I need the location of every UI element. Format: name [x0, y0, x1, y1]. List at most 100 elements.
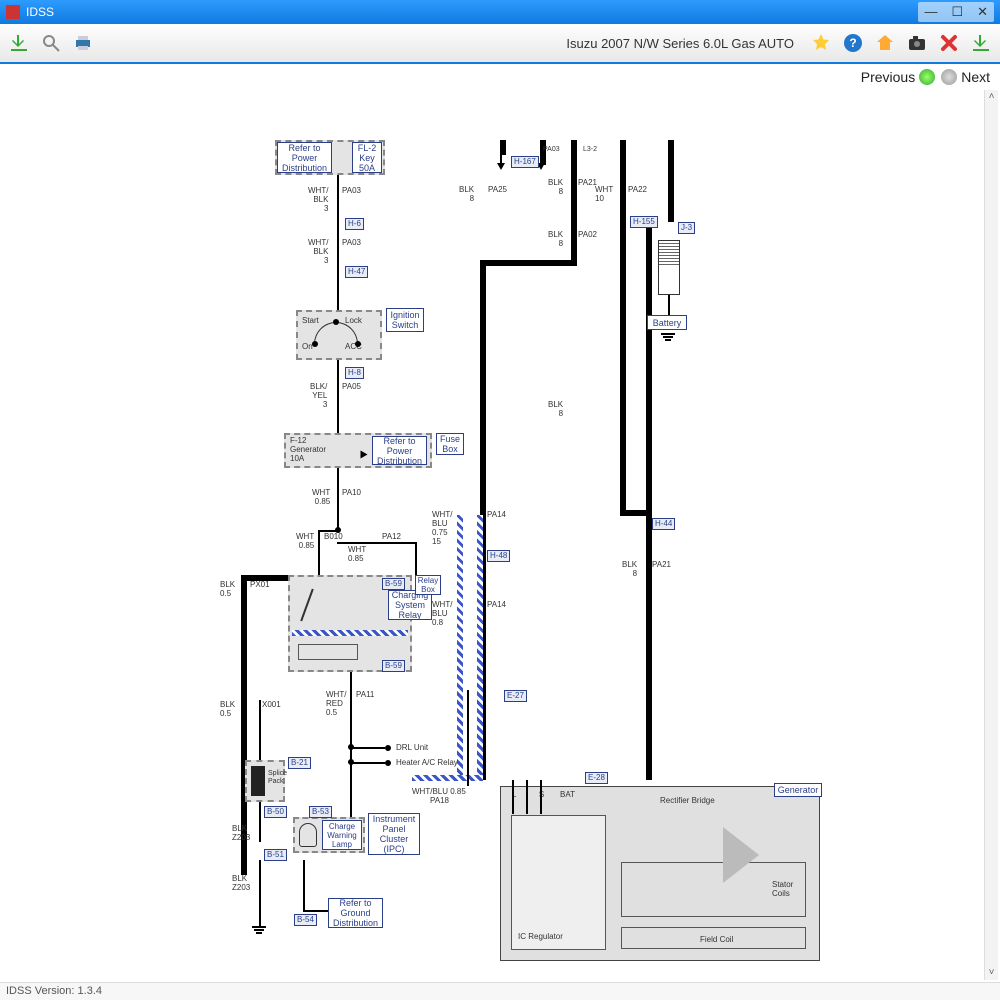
relay-coil-icon — [298, 644, 358, 660]
wire-label: BLK 0.5 — [220, 700, 235, 718]
heater-ac-label: Heater A/C Relay — [396, 758, 458, 767]
scroll-down-icon[interactable]: ˅ — [985, 966, 998, 980]
wire-label: WHT/ BLK 3 — [308, 186, 328, 213]
wire-label: PA10 — [342, 488, 361, 497]
connector-ref: H-44 — [652, 518, 675, 530]
wire-label: WHT/BLU 0.85 — [412, 787, 466, 796]
wire-label: PX01 — [250, 580, 270, 589]
home-icon[interactable] — [874, 32, 896, 54]
connector-ref: H-8 — [345, 367, 364, 379]
wire-label: WHT/ BLU 0.75 15 — [432, 510, 452, 546]
fuse-box-label: Fuse Box — [436, 433, 464, 455]
delete-icon[interactable] — [938, 32, 960, 54]
previous-button[interactable]: Previous — [861, 69, 935, 85]
previous-dot-icon — [919, 69, 935, 85]
wire-label: L3-2 — [583, 146, 597, 153]
relay-box-label: Relay Box — [415, 575, 441, 595]
wire — [668, 140, 670, 175]
bat-terminal-label: BAT — [560, 790, 575, 799]
next-dot-icon — [941, 69, 957, 85]
wire-label: PA21 — [652, 560, 671, 569]
charge-warning-lamp-label: Charge Warning Lamp — [322, 820, 362, 850]
battery-block — [658, 240, 680, 295]
shielded-wire — [477, 515, 483, 780]
wire-label: WHT 0.85 — [296, 532, 314, 550]
maximize-button[interactable]: ☐ — [951, 4, 963, 20]
splice-icon — [251, 766, 265, 796]
minimize-button[interactable]: — — [924, 4, 937, 20]
connector-ref: B-53 — [309, 806, 332, 818]
connector-ref: H-167 — [511, 156, 539, 168]
close-button[interactable]: ✕ — [977, 4, 988, 20]
download-icon[interactable] — [8, 32, 30, 54]
wire — [540, 780, 542, 814]
wire-label: PA25 — [488, 185, 507, 194]
wire-label: B010 — [324, 532, 343, 541]
wire-label: WHT/ BLK 3 — [308, 238, 328, 265]
wire — [350, 762, 385, 764]
switch-terminal — [333, 319, 339, 325]
wire-label: PA14 — [487, 510, 506, 519]
wire — [467, 690, 469, 786]
svg-text:?: ? — [849, 36, 856, 50]
ic-regulator-block — [511, 815, 606, 950]
connector-ref: B-21 — [288, 757, 311, 769]
shielded-wire — [412, 775, 483, 781]
bullet-icon — [385, 760, 391, 766]
wire — [259, 802, 261, 842]
help-icon[interactable]: ? — [842, 32, 864, 54]
favorite-icon[interactable] — [810, 32, 832, 54]
wire-label: BLK 8 — [548, 178, 563, 196]
connector-ref: E-27 — [504, 690, 527, 702]
wire — [259, 700, 261, 760]
drl-label: DRL Unit — [396, 743, 428, 752]
shielded-wire — [457, 515, 463, 780]
switch-terminal — [312, 341, 318, 347]
wire — [350, 747, 385, 749]
ipc-label: Instrument Panel Cluster (IPC) — [368, 813, 420, 855]
print-icon[interactable] — [72, 32, 94, 54]
vertical-scrollbar[interactable]: ˄ ˅ — [984, 90, 998, 980]
bus-stub — [500, 140, 506, 155]
bus-wire — [646, 222, 652, 780]
app-title: IDSS — [26, 5, 54, 19]
wire-label: X001 — [262, 700, 281, 709]
ign-start-label: Start — [302, 316, 319, 325]
wire-label: PA03 — [543, 146, 560, 153]
arrow-right-icon — [361, 451, 368, 459]
wire-label: BLK/ YEL 3 — [310, 382, 327, 409]
refer-ground-dist: Refer to Ground Distribution — [328, 898, 383, 928]
wire — [303, 910, 328, 912]
search-icon[interactable] — [40, 32, 62, 54]
wire — [668, 295, 670, 315]
connector-ref: B-51 — [264, 849, 287, 861]
fuse-fl2: FL-2 Key 50A — [352, 142, 382, 173]
wire-label: PA11 — [356, 690, 374, 699]
field-coil-label: Field Coil — [700, 935, 733, 944]
download-green-icon[interactable] — [970, 32, 992, 54]
wire-label: WHT 0.85 — [348, 545, 366, 563]
next-label: Next — [961, 69, 990, 85]
scroll-up-icon[interactable]: ˄ — [985, 90, 998, 104]
connector-ref: B-54 — [294, 914, 317, 926]
status-bar: IDSS Version: 1.3.4 — [0, 982, 1000, 1000]
wire-label: WHT 10 — [595, 185, 613, 203]
bullet-icon — [385, 745, 391, 751]
vehicle-description: Isuzu 2007 N/W Series 6.0L Gas AUTO — [566, 36, 794, 51]
splice-pack-label: Splice Pack — [268, 770, 287, 786]
wire-label: PA05 — [342, 382, 361, 391]
wire-label: BLK 0.5 — [220, 580, 235, 598]
camera-icon[interactable] — [906, 32, 928, 54]
wire — [303, 860, 305, 910]
wire-label: PA03 — [342, 238, 361, 247]
ignition-switch-label: Ignition Switch — [386, 308, 424, 332]
wire-label: PA18 — [430, 796, 449, 805]
bus-wire — [620, 510, 650, 516]
bus-wire — [620, 140, 626, 510]
next-button[interactable]: Next — [941, 69, 990, 85]
lis-terminals-label: L I S — [512, 790, 548, 799]
wire-label: PA12 — [382, 532, 401, 541]
refer-power-dist-mid: Refer to Power Distribution — [372, 436, 427, 465]
toolbar: Isuzu 2007 N/W Series 6.0L Gas AUTO ? — [0, 24, 1000, 64]
wire-label: BLK 8 — [548, 230, 563, 248]
